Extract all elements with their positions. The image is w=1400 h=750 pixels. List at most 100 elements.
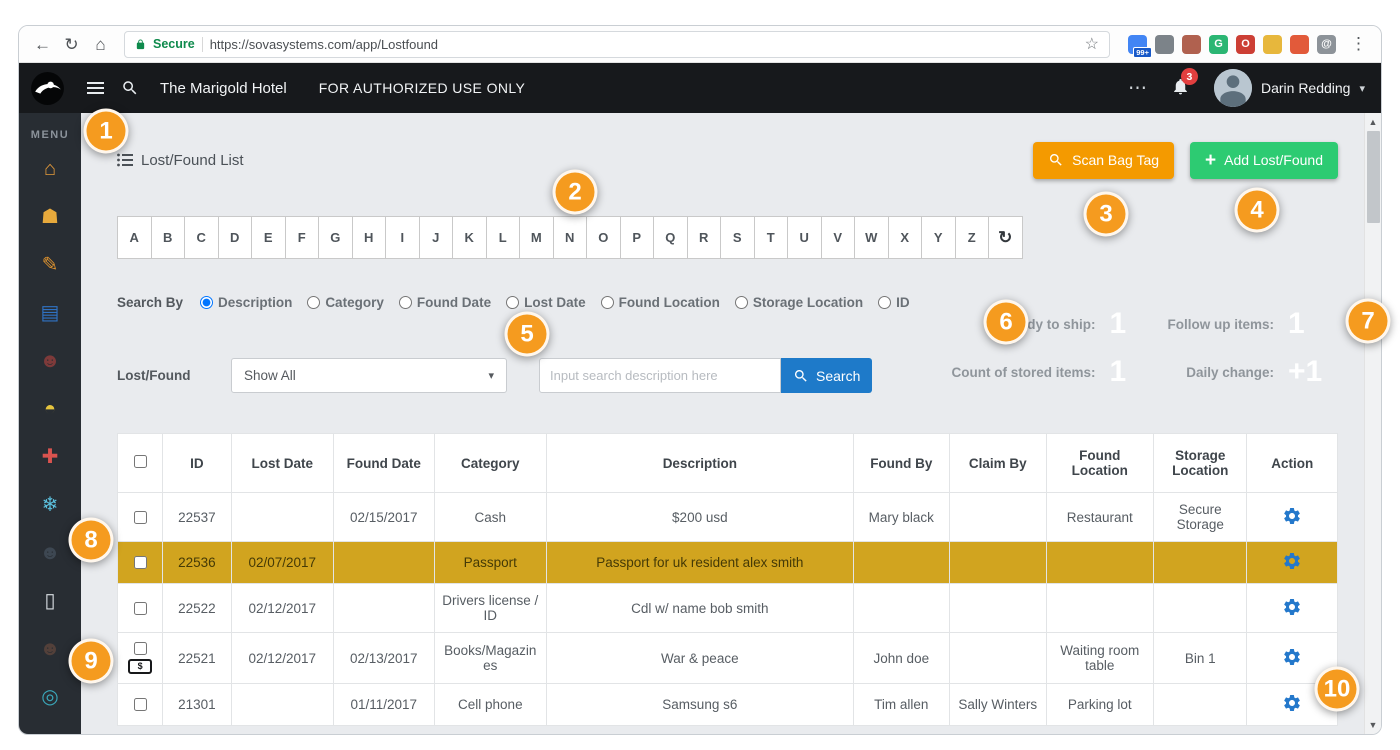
- alphabet-letter-button[interactable]: H: [351, 216, 386, 259]
- eyedropper-extension[interactable]: [1155, 34, 1174, 54]
- row-checkbox[interactable]: [133, 642, 147, 655]
- search-by-radio[interactable]: [878, 295, 892, 309]
- alphabet-letter-button[interactable]: K: [452, 216, 487, 259]
- alphabet-letter-button[interactable]: V: [820, 216, 855, 259]
- alphabet-letter-button[interactable]: T: [753, 216, 788, 259]
- scan-bag-tag-button[interactable]: Scan Bag Tag: [1033, 141, 1175, 179]
- header-search-icon[interactable]: [112, 79, 148, 97]
- sidebar-item-person[interactable]: ☻: [33, 349, 67, 372]
- flame-extension[interactable]: [1290, 34, 1309, 54]
- cell-found-date: [333, 583, 435, 633]
- cell-claim-by: [949, 492, 1047, 542]
- address-bar[interactable]: Secure https://sovasystems.com/app/Lostf…: [124, 30, 1110, 58]
- round-red-extension[interactable]: [1182, 34, 1201, 54]
- alphabet-letter-button[interactable]: E: [251, 216, 286, 259]
- table-row: $ 21301 01/11/2017 Cell phone Samsung s6…: [116, 683, 1338, 726]
- notifications-button[interactable]: 3: [1159, 68, 1202, 99]
- cell-found-location: Restaurant: [1045, 492, 1155, 542]
- search-by-option[interactable]: Category: [307, 295, 384, 310]
- sidebar-item-first-aid[interactable]: ✚: [33, 445, 67, 468]
- row-checkbox[interactable]: [133, 698, 147, 711]
- row-action-gear-button[interactable]: [1282, 597, 1302, 617]
- key-extension[interactable]: [1263, 34, 1282, 54]
- alphabet-letter-button[interactable]: C: [184, 216, 219, 259]
- alphabet-letter-button[interactable]: Y: [921, 216, 956, 259]
- search-by-option[interactable]: Storage Location: [734, 295, 863, 310]
- alphabet-letter-button[interactable]: M: [519, 216, 554, 259]
- alphabet-letter-button[interactable]: O: [586, 216, 621, 259]
- alphabet-letter-button[interactable]: X: [887, 216, 922, 259]
- alphabet-letter-button[interactable]: Z: [954, 216, 989, 259]
- select-all-checkbox[interactable]: [133, 455, 147, 468]
- menu-toggle-button[interactable]: [78, 71, 112, 105]
- sidebar-item-service-bell[interactable]: ◓: [33, 397, 67, 420]
- sidebar-item-shield[interactable]: ☗: [33, 205, 67, 228]
- user-menu[interactable]: Darin Redding ▾: [1213, 69, 1365, 107]
- at-extension[interactable]: @: [1317, 34, 1336, 54]
- grammarly-extension[interactable]: G: [1209, 34, 1228, 54]
- reload-button[interactable]: ↻: [58, 31, 85, 58]
- search-by-option[interactable]: ID: [878, 295, 910, 310]
- sidebar-item-people[interactable]: ☻: [33, 541, 67, 564]
- alphabet-letter-button[interactable]: L: [485, 216, 520, 259]
- search-by-option[interactable]: Description: [200, 295, 292, 310]
- alphabet-letter-button[interactable]: S: [720, 216, 755, 259]
- search-by-radio[interactable]: [398, 295, 412, 309]
- alphabet-letter-button[interactable]: N: [552, 216, 587, 259]
- alphabet-letter-button[interactable]: A: [117, 216, 152, 259]
- search-by-option[interactable]: Found Date: [398, 295, 491, 310]
- alphabet-letter-button[interactable]: F: [284, 216, 319, 259]
- alphabet-letter-button[interactable]: P: [619, 216, 654, 259]
- alphabet-letter-button[interactable]: R: [686, 216, 721, 259]
- alphabet-letter-button[interactable]: W: [854, 216, 889, 259]
- scroll-down-button[interactable]: ▼: [1369, 718, 1378, 732]
- row-action-gear-button[interactable]: [1282, 506, 1302, 526]
- sidebar-item-clipboard[interactable]: ▯: [33, 589, 67, 612]
- search-by-radio[interactable]: [600, 295, 614, 309]
- row-checkbox[interactable]: [133, 556, 147, 569]
- alphabet-letter-button[interactable]: Q: [653, 216, 688, 259]
- add-lostfound-button[interactable]: + Add Lost/Found: [1190, 141, 1338, 179]
- sidebar-item-pencil[interactable]: ✎: [33, 253, 67, 276]
- browser-menu-button[interactable]: ⋮: [1346, 34, 1371, 54]
- alphabet-letter-button[interactable]: J: [418, 216, 453, 259]
- lostfound-filter-select[interactable]: Show All ▾: [231, 358, 507, 393]
- more-options-button[interactable]: ⋯: [1116, 77, 1159, 100]
- back-button[interactable]: ←: [29, 31, 56, 58]
- cell-claim-by: Sally Winters: [949, 683, 1047, 726]
- blue-badge-extension[interactable]: 99+: [1128, 34, 1152, 58]
- search-by-radio[interactable]: [734, 295, 748, 309]
- search-by-radio[interactable]: [200, 295, 214, 309]
- row-action-gear-button[interactable]: [1282, 551, 1302, 571]
- search-by-option[interactable]: Lost Date: [506, 295, 586, 310]
- alphabet-letter-button[interactable]: B: [150, 216, 185, 259]
- opera-extension[interactable]: O: [1236, 34, 1255, 54]
- search-by-radio[interactable]: [307, 295, 321, 309]
- row-checkbox[interactable]: [133, 510, 147, 524]
- sidebar-item-guest[interactable]: ☻: [33, 637, 67, 660]
- main-content: Lost/Found List Scan Bag Tag + Add Lost/…: [81, 113, 1364, 734]
- search-button[interactable]: Search: [781, 358, 873, 393]
- search-description-input[interactable]: [539, 358, 781, 393]
- column-header: Found Date: [333, 433, 435, 493]
- search-by-radio[interactable]: [506, 295, 520, 309]
- row-checkbox[interactable]: [133, 601, 147, 615]
- row-action-gear-button[interactable]: [1282, 693, 1302, 713]
- scroll-up-button[interactable]: ▲: [1369, 115, 1378, 129]
- row-action-gear-button[interactable]: [1282, 647, 1302, 667]
- alphabet-letter-button[interactable]: I: [385, 216, 420, 259]
- alphabet-letter-button[interactable]: G: [318, 216, 353, 259]
- alphabet-letter-button[interactable]: D: [217, 216, 252, 259]
- bookmark-star-icon[interactable]: ☆: [1085, 34, 1099, 54]
- search-by-option[interactable]: Found Location: [600, 295, 720, 310]
- gear-icon: [1284, 648, 1301, 665]
- scrollbar-thumb[interactable]: [1366, 131, 1380, 223]
- sidebar-item-compass[interactable]: ◎: [33, 685, 67, 708]
- alphabet-refresh-button[interactable]: ↻: [988, 216, 1023, 259]
- sidebar-item-inventory[interactable]: ▤: [33, 301, 67, 324]
- sidebar-item-snowflake[interactable]: ❄: [33, 493, 67, 516]
- alphabet-letter-button[interactable]: U: [787, 216, 822, 259]
- sidebar-item-home[interactable]: ⌂: [33, 157, 67, 180]
- home-button[interactable]: ⌂: [87, 31, 114, 58]
- table-header-row: ID Lost Date Found Date Category Descrip…: [116, 433, 1338, 493]
